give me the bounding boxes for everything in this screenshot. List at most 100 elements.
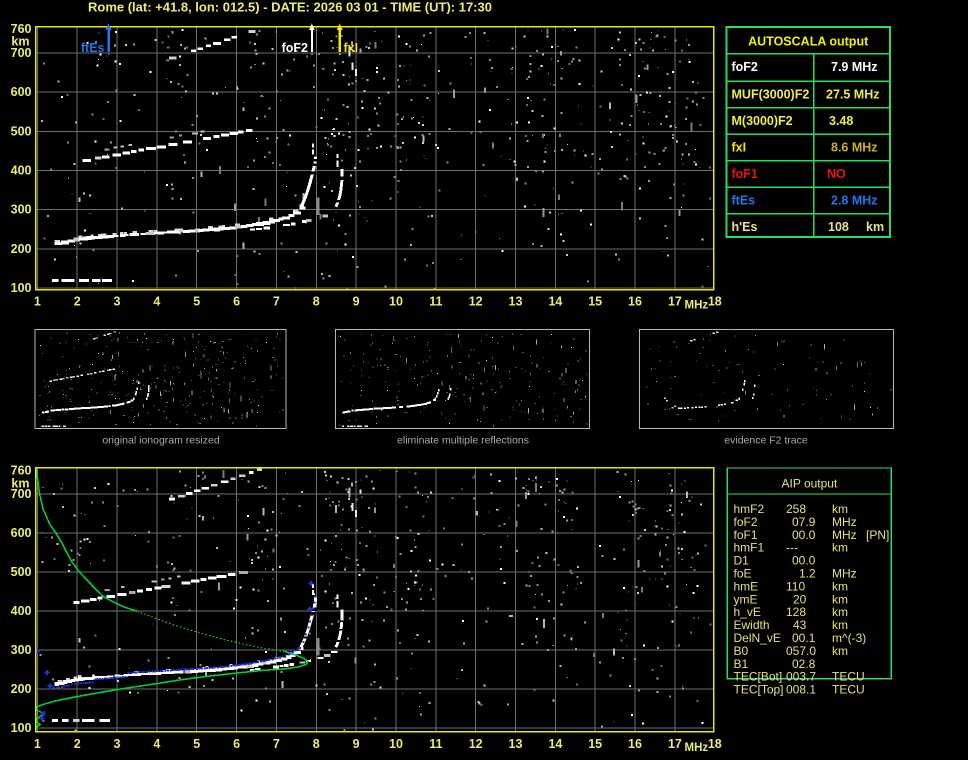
svg-text:1: 1 [34, 737, 41, 751]
svg-text:400: 400 [11, 164, 32, 178]
svg-text:3: 3 [114, 737, 121, 751]
svg-text:B0: B0 [734, 644, 749, 658]
svg-text:27.5 MHz: 27.5 MHz [826, 88, 880, 102]
svg-text:12: 12 [469, 737, 483, 751]
svg-text:foF2: foF2 [734, 515, 758, 529]
svg-text:13: 13 [509, 737, 523, 751]
svg-text:hmF1: hmF1 [734, 541, 765, 555]
svg-text:258: 258 [786, 502, 806, 516]
svg-text:MHz: MHz [832, 528, 857, 542]
svg-text:3.48: 3.48 [829, 114, 853, 128]
svg-text:hmF2: hmF2 [734, 502, 765, 516]
svg-text:100: 100 [11, 721, 32, 735]
svg-text:11: 11 [429, 737, 442, 751]
svg-text:[PN]: [PN] [866, 528, 889, 542]
svg-text:43: 43 [793, 618, 807, 632]
svg-text:h_vE: h_vE [734, 605, 761, 619]
svg-text:km: km [866, 220, 884, 234]
svg-text:MHz: MHz [832, 515, 857, 529]
svg-text:14: 14 [548, 737, 562, 751]
svg-text:300: 300 [11, 643, 32, 657]
svg-text:2.8 MHz: 2.8 MHz [831, 194, 878, 208]
svg-text:AIP output: AIP output [781, 477, 837, 491]
svg-text:500: 500 [11, 124, 32, 138]
svg-text:ymE: ymE [734, 592, 758, 606]
svg-text:5: 5 [193, 295, 200, 309]
svg-text:18: 18 [708, 295, 722, 309]
svg-text:km: km [832, 618, 848, 632]
svg-text:ftEs: ftEs [81, 41, 105, 55]
svg-text:9: 9 [353, 737, 360, 751]
svg-text:10: 10 [389, 295, 403, 309]
svg-text:B1: B1 [734, 657, 749, 671]
svg-text:4: 4 [153, 295, 160, 309]
svg-text:foF2: foF2 [732, 60, 758, 74]
svg-text:---: --- [786, 541, 798, 555]
svg-text:6: 6 [233, 737, 240, 751]
svg-text:17: 17 [668, 737, 682, 751]
svg-text:13: 13 [509, 295, 523, 309]
svg-text:NO: NO [827, 167, 846, 181]
svg-text:7: 7 [273, 737, 280, 751]
svg-text:14: 14 [548, 295, 562, 309]
svg-text:15: 15 [588, 295, 602, 309]
svg-text:600: 600 [11, 526, 32, 540]
svg-text:8: 8 [313, 737, 320, 751]
svg-text:M(3000)F2: M(3000)F2 [732, 114, 793, 128]
svg-text:300: 300 [11, 203, 32, 217]
svg-text:hmE: hmE [734, 579, 759, 593]
svg-text:DelN_vE: DelN_vE [734, 631, 781, 645]
svg-text:km: km [832, 541, 848, 555]
svg-text:200: 200 [11, 682, 32, 696]
svg-text:km: km [832, 592, 848, 606]
svg-text:foF1: foF1 [732, 167, 758, 181]
svg-text:700: 700 [11, 487, 32, 501]
svg-text:00.1: 00.1 [792, 631, 816, 645]
svg-text:foF1: foF1 [734, 528, 758, 542]
svg-text:foF2: foF2 [282, 41, 308, 55]
svg-text:700: 700 [11, 46, 32, 60]
svg-text:20: 20 [793, 592, 807, 606]
svg-text:057.0: 057.0 [786, 644, 816, 658]
svg-text:5: 5 [193, 737, 200, 751]
svg-text:h'Es: h'Es [732, 220, 758, 234]
svg-text:3: 3 [114, 295, 121, 309]
svg-text:6: 6 [233, 295, 240, 309]
svg-text:eliminate multiple reflections: eliminate multiple reflections [397, 435, 529, 447]
svg-text:00.0: 00.0 [792, 554, 816, 568]
svg-text:200: 200 [11, 242, 32, 256]
svg-text:110: 110 [786, 579, 805, 593]
svg-text:100: 100 [11, 281, 32, 295]
svg-text:m^(-3): m^(-3) [832, 631, 866, 645]
svg-text:003.7: 003.7 [786, 670, 816, 684]
svg-text:MHz: MHz [685, 742, 709, 754]
svg-text:760: 760 [11, 464, 32, 478]
svg-text:600: 600 [11, 85, 32, 99]
svg-text:8: 8 [313, 295, 320, 309]
svg-text:128: 128 [786, 605, 806, 619]
svg-text:D1: D1 [734, 554, 750, 568]
svg-text:MHz: MHz [685, 300, 709, 312]
svg-text:foE: foE [734, 567, 752, 581]
svg-text:km: km [832, 579, 848, 593]
svg-text:500: 500 [11, 565, 32, 579]
svg-text:16: 16 [628, 737, 642, 751]
svg-text:18: 18 [708, 737, 722, 751]
svg-text:02.8: 02.8 [792, 657, 816, 671]
svg-text:MHz: MHz [832, 567, 857, 581]
svg-text:7.9 MHz: 7.9 MHz [831, 60, 878, 74]
svg-text:2: 2 [74, 737, 81, 751]
svg-text:TEC[Bot]: TEC[Bot] [734, 670, 783, 684]
svg-text:AUTOSCALA output: AUTOSCALA output [748, 35, 869, 49]
svg-text:00.0: 00.0 [792, 528, 816, 542]
svg-text:km: km [832, 644, 848, 658]
svg-text:TEC[Top]: TEC[Top] [734, 683, 784, 697]
svg-text:Ewidth: Ewidth [734, 618, 770, 632]
svg-text:MUF(3000)F2: MUF(3000)F2 [732, 88, 810, 102]
svg-text:1.2: 1.2 [799, 567, 816, 581]
svg-text:fxI: fxI [732, 141, 747, 155]
svg-text:15: 15 [588, 737, 602, 751]
svg-text:9: 9 [353, 295, 360, 309]
svg-text:ftEs: ftEs [732, 194, 756, 208]
svg-text:108: 108 [828, 220, 849, 234]
